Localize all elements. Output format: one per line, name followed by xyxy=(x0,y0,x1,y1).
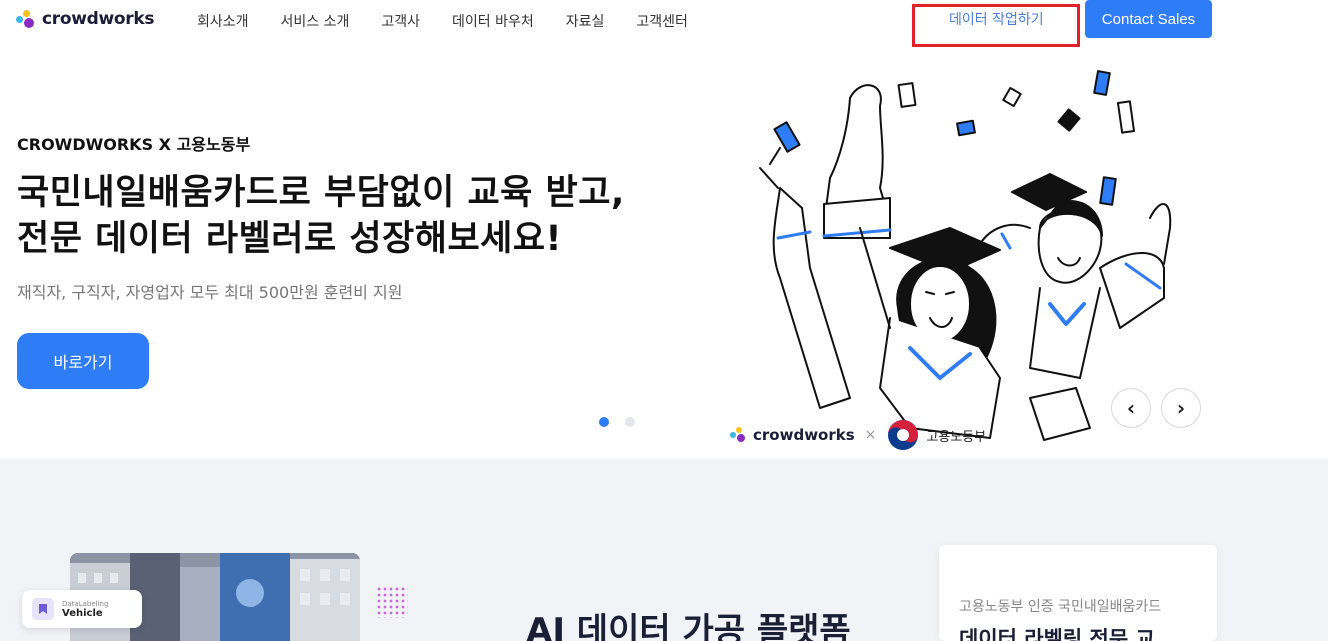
crowdworks-logo[interactable]: crowdworks xyxy=(16,8,155,30)
education-card-subtitle: 고용노동부 인증 국민내일배움카드 xyxy=(959,599,1162,615)
partner-ministry-logo: 고용노동부 xyxy=(886,418,986,452)
partner-dots-icon xyxy=(730,427,745,442)
education-card[interactable]: 고용노동부 인증 국민내일배움카드 데이터 라벨링 전문 교 xyxy=(939,545,1217,641)
decorative-dot-grid xyxy=(376,586,408,618)
slide-indicator-2[interactable] xyxy=(625,417,635,427)
bookmark-icon xyxy=(32,598,54,620)
hero-subline: 재직자, 구직자, 자영업자 모두 최대 500만원 훈련비 지원 xyxy=(17,283,403,302)
slide-indicator-1[interactable] xyxy=(599,417,609,427)
partner-logos: crowdworks × 고용노동부 xyxy=(729,418,986,452)
hero-headline-line1: 국민내일배움카드로 부담없이 교육 받고, xyxy=(17,173,625,213)
hero-headline-line2: 전문 데이터 라벨러로 성장해보세요! xyxy=(17,219,563,259)
tag-category: DataLabeling xyxy=(62,599,109,608)
tag-value: Vehicle xyxy=(62,607,103,619)
chevron-left-icon: ‹ xyxy=(1126,396,1136,420)
nav-item-service[interactable]: 서비스 소개 xyxy=(281,11,350,31)
contact-sales-button[interactable]: Contact Sales xyxy=(1085,0,1212,38)
partner-separator: × xyxy=(864,427,877,443)
nav-item-data-voucher[interactable]: 데이터 바우처 xyxy=(452,11,534,31)
carousel-prev-button[interactable]: ‹ xyxy=(1111,388,1151,428)
chevron-right-icon: › xyxy=(1176,396,1186,420)
hero-eyebrow: CROWDWORKS X 고용노동부 xyxy=(17,135,251,154)
main-nav: 회사소개 서비스 소개 고객사 데이터 바우처 자료실 고객센터 xyxy=(197,11,688,31)
nav-item-clients[interactable]: 고객사 xyxy=(381,11,420,31)
logo-dots-icon xyxy=(16,8,38,30)
partner-crowdworks-logo: crowdworks xyxy=(729,426,855,444)
hero-headline: 국민내일배움카드로 부담없이 교육 받고, 전문 데이터 라벨러로 성장해보세요… xyxy=(17,170,625,262)
nav-item-company[interactable]: 회사소개 xyxy=(197,11,249,31)
data-work-link[interactable]: 데이터 작업하기 xyxy=(949,9,1044,29)
labeling-tag-card: DataLabeling Vehicle xyxy=(22,590,142,628)
platform-title: AI 데이터 가공 플랫폼 xyxy=(526,611,851,641)
graduates-illustration xyxy=(759,70,1172,441)
logo-text: crowdworks xyxy=(42,9,155,29)
taegeuk-emblem-icon xyxy=(888,420,919,450)
partner-crowdworks-text: crowdworks xyxy=(753,426,855,444)
carousel-next-button[interactable]: › xyxy=(1161,388,1201,428)
top-navigation: crowdworks 회사소개 서비스 소개 고객사 데이터 바우처 자료실 고… xyxy=(0,0,1328,47)
partner-ministry-text: 고용노동부 xyxy=(926,429,987,445)
nav-item-support[interactable]: 고객센터 xyxy=(636,11,688,31)
education-card-title: 데이터 라벨링 전문 교 xyxy=(959,627,1155,641)
nav-item-resources[interactable]: 자료실 xyxy=(566,11,605,31)
go-button[interactable]: 바로가기 xyxy=(17,333,149,389)
